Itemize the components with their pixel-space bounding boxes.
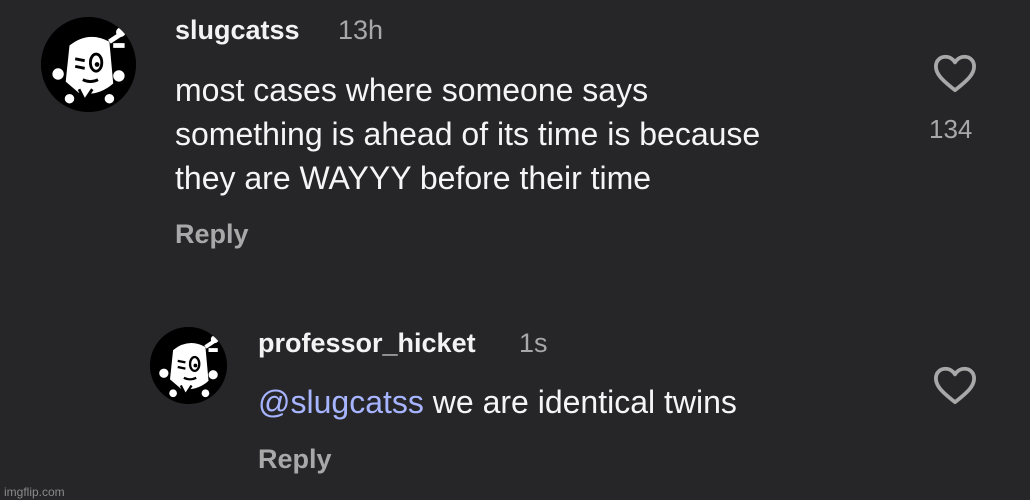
mention-link[interactable]: @slugcatss: [258, 384, 424, 420]
reply-text-body: we are identical twins: [423, 384, 737, 420]
reply-button[interactable]: Reply: [258, 444, 332, 475]
reply-text: @slugcatss we are identical twins: [258, 380, 737, 424]
comment-username[interactable]: slugcatss: [175, 15, 300, 46]
avatar[interactable]: [41, 17, 136, 112]
heart-outline-icon[interactable]: [932, 364, 978, 406]
comment-text-line: they are WAYYY before their time: [175, 160, 652, 196]
cartoon-avatar-icon: [41, 17, 136, 112]
comment-timestamp: 13h: [338, 15, 384, 45]
like-count: 134: [929, 114, 973, 144]
reply-button[interactable]: Reply: [175, 219, 249, 250]
reply-username[interactable]: professor_hicket: [258, 328, 476, 359]
avatar[interactable]: [150, 327, 227, 404]
reply-timestamp: 1s: [519, 328, 548, 358]
comment-text: most cases where someone says something …: [175, 68, 875, 200]
comment-text-line: most cases where someone says: [175, 72, 649, 108]
heart-outline-icon[interactable]: [932, 52, 978, 94]
watermark: imgflip.com: [4, 485, 65, 499]
comment-text-line: something is ahead of its time is becaus…: [175, 116, 761, 152]
cartoon-avatar-icon: [150, 327, 227, 404]
